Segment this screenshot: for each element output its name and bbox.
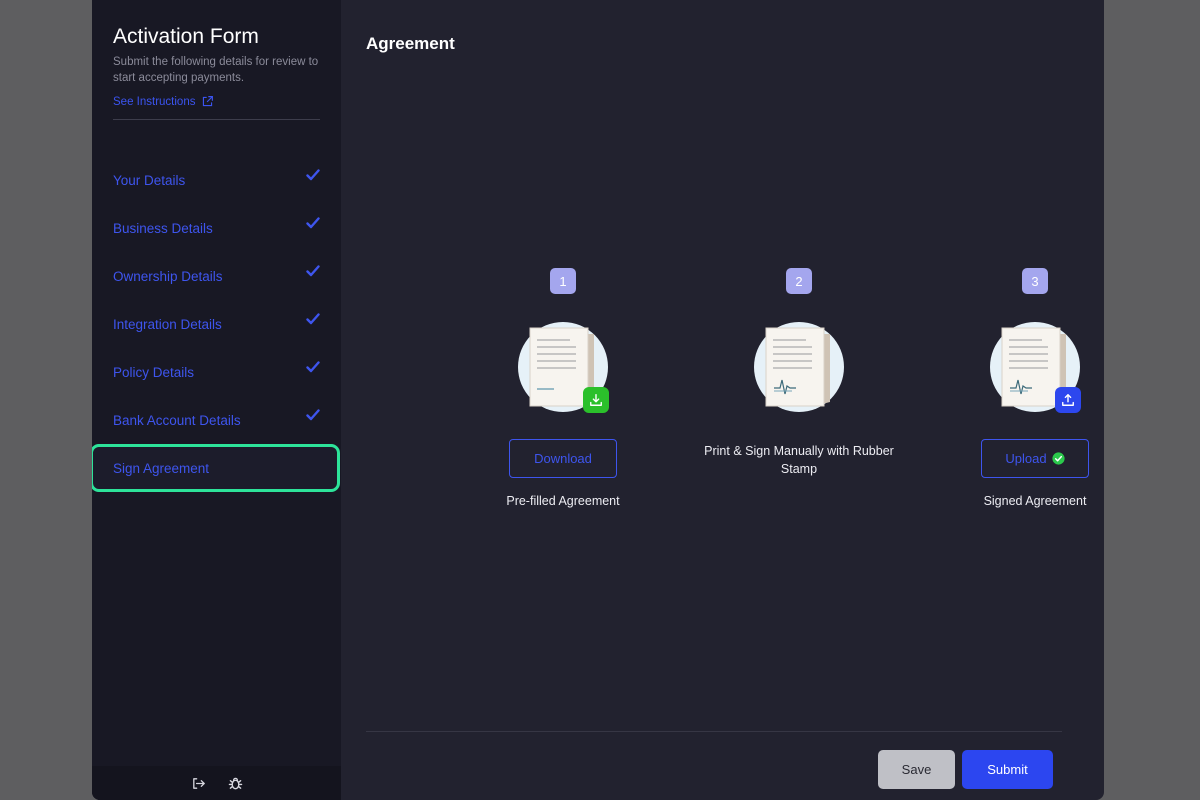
document-illustration [518,322,609,413]
sidebar-item-policy-details[interactable]: Policy Details [92,348,341,396]
step-download: 1 Download Pre-filled Agreement [453,268,673,510]
step-print-sign: 2 Print & Sign Manually with Rubber Stam… [689,268,909,478]
sidebar-item-integration-details[interactable]: Integration Details [92,300,341,348]
sidebar-item-label: Bank Account Details [113,412,241,428]
check-circle-icon [1052,452,1065,465]
form-title: Activation Form [113,25,259,48]
step-number-badge: 3 [1022,268,1048,294]
document-illustration [754,322,844,412]
step-caption: Print & Sign Manually with Rubber Stamp [704,444,894,476]
bug-icon[interactable] [228,776,243,791]
page-title: Agreement [366,34,455,53]
see-instructions-label: See Instructions [113,95,196,108]
document-illustration [990,322,1081,413]
upload-button[interactable]: Upload [981,439,1089,478]
check-icon [306,313,320,325]
upload-button-label: Upload [1005,451,1047,466]
sidebar: Activation Form Submit the following det… [92,0,341,800]
logout-icon[interactable] [191,776,206,791]
see-instructions-link[interactable]: See Instructions [113,95,320,108]
sidebar-item-bank-account-details[interactable]: Bank Account Details [92,396,341,444]
download-icon [583,387,609,413]
footer-divider [366,731,1062,732]
sidebar-footer [92,766,341,800]
signed-document-icon [754,322,844,412]
activation-window: Activation Form Submit the following det… [92,0,1104,800]
sidebar-divider [113,119,320,120]
sidebar-nav: Your Details Business Details Ownership … [92,156,341,492]
external-link-icon [203,96,214,107]
main-panel: Agreement 1 Download Pre-filled Agreemen… [341,0,1104,800]
sidebar-item-label: Your Details [113,172,186,188]
step-number-badge: 1 [550,268,576,294]
download-button[interactable]: Download [509,439,617,478]
sidebar-item-label: Ownership Details [113,268,223,284]
sidebar-item-label: Integration Details [113,316,222,332]
submit-button[interactable]: Submit [962,750,1053,789]
sidebar-item-label: Sign Agreement [113,460,210,476]
download-button-label: Download [534,451,592,466]
sidebar-item-ownership-details[interactable]: Ownership Details [92,252,341,300]
step-upload: 3 Upload Signed Agreement [925,268,1104,510]
check-icon [306,361,320,373]
sidebar-header: Activation Form Submit the following det… [113,24,320,108]
check-icon [306,169,320,181]
sidebar-item-your-details[interactable]: Your Details [92,156,341,204]
sidebar-item-sign-agreement[interactable]: Sign Agreement [92,444,340,492]
save-button[interactable]: Save [878,750,955,789]
check-icon [306,409,320,421]
upload-icon [1055,387,1081,413]
form-subtitle: Submit the following details for review … [113,56,319,84]
sidebar-item-business-details[interactable]: Business Details [92,204,341,252]
check-icon [306,265,320,277]
step-caption: Pre-filled Agreement [506,494,620,508]
step-caption: Signed Agreement [983,494,1087,508]
check-icon [306,217,320,229]
sidebar-item-label: Policy Details [113,364,195,380]
step-number-badge: 2 [786,268,812,294]
sidebar-item-label: Business Details [113,220,213,236]
